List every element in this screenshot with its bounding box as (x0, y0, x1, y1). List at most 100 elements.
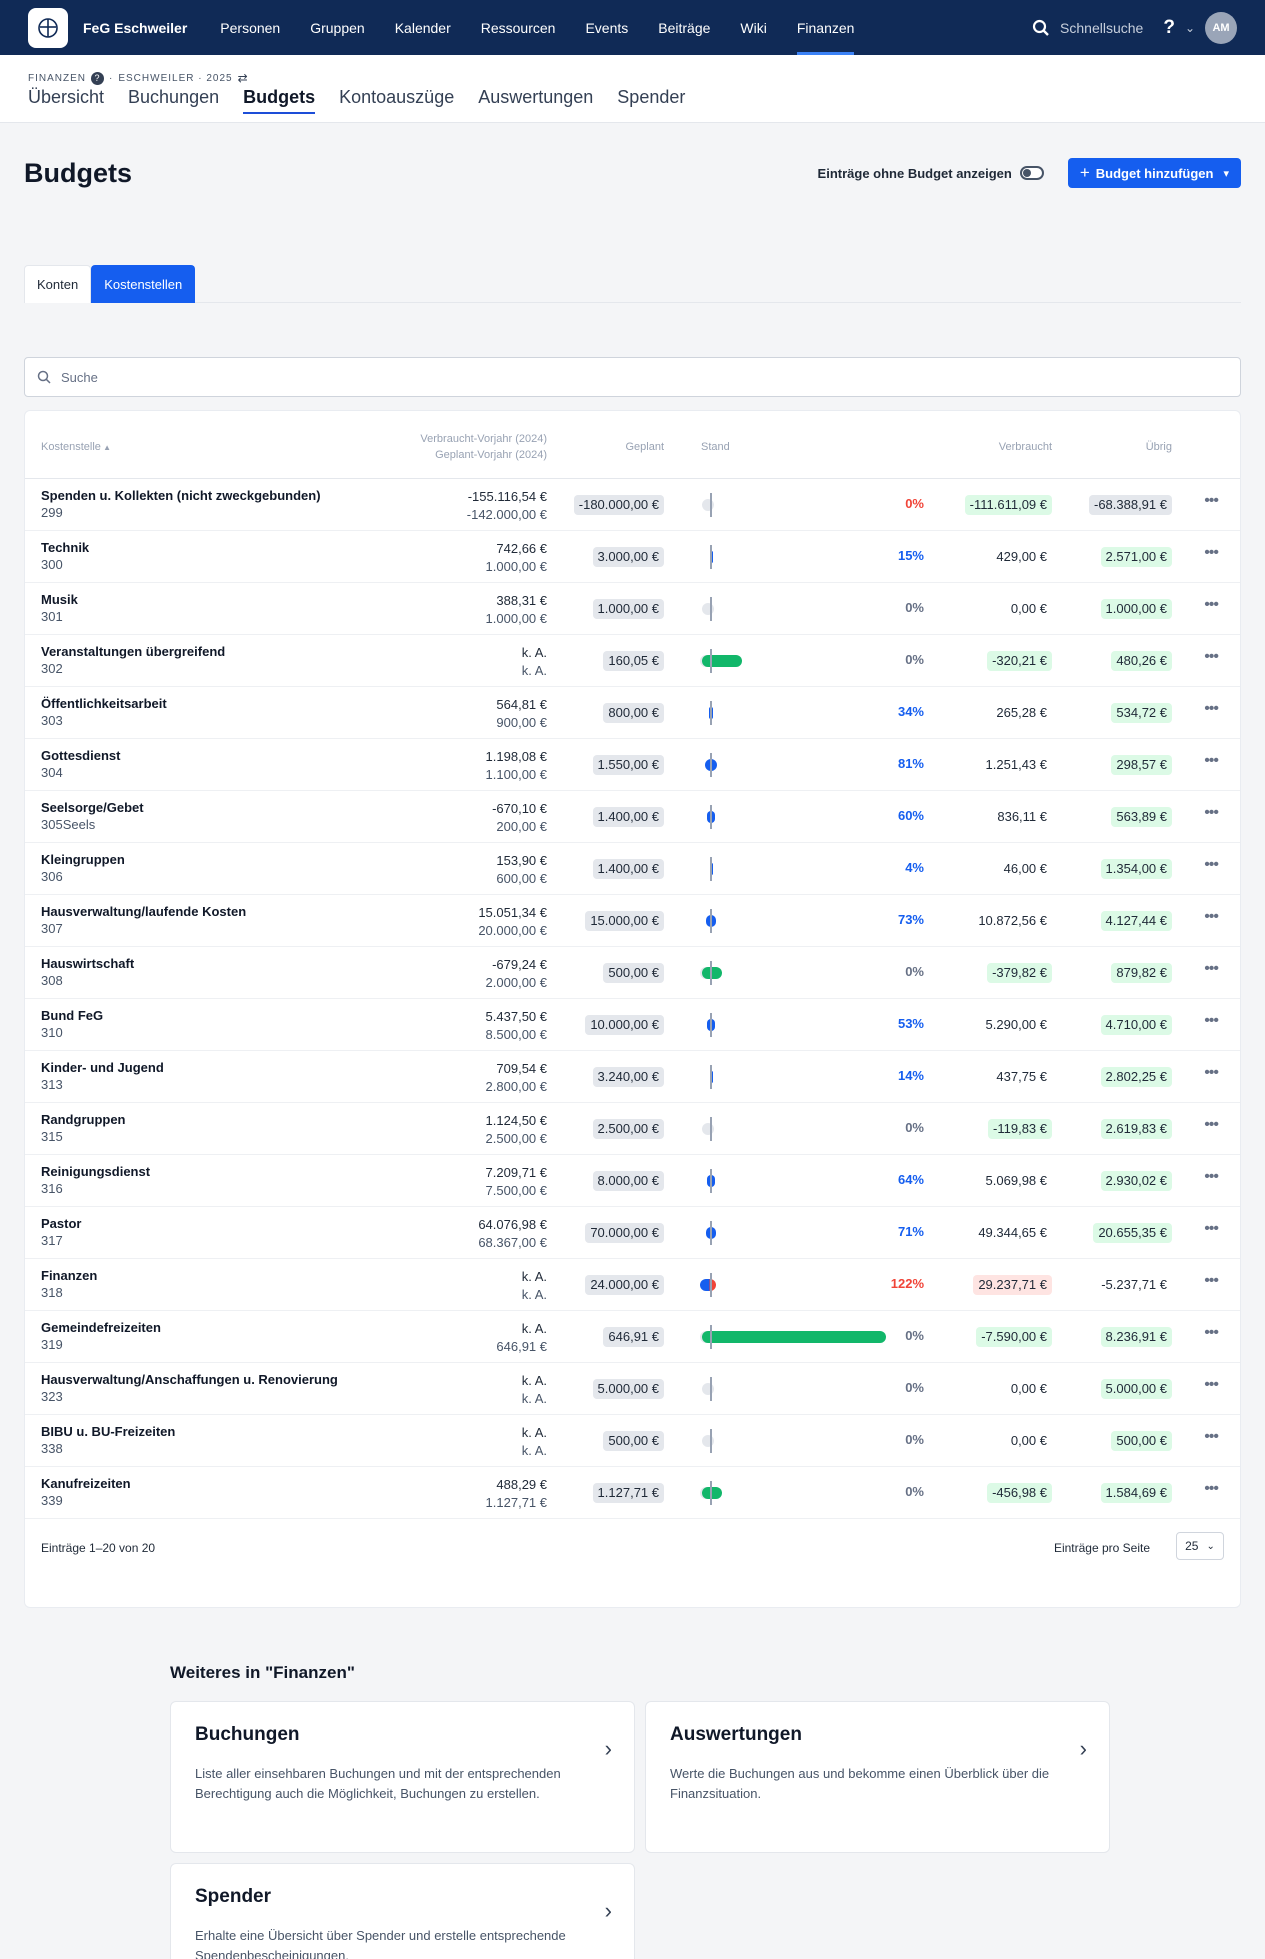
quick-search-label[interactable]: Schnellsuche (1060, 20, 1143, 36)
more-options-icon[interactable]: ••• (1204, 1064, 1219, 1082)
planned-value: 2.500,00 € (592, 1119, 664, 1139)
per-page-select[interactable]: 25 ⌄ (1176, 1532, 1224, 1560)
toggle-switch[interactable] (1019, 166, 1044, 180)
more-options-icon[interactable]: ••• (1204, 856, 1219, 874)
more-options-icon[interactable]: ••• (1204, 1324, 1219, 1342)
tile-spender[interactable]: Spender Erhalte eine Übersicht über Spen… (170, 1863, 635, 1959)
table-row[interactable]: Kinder- und Jugend 313 709,54 € 2.800,00 € 3… (25, 1051, 1240, 1103)
prev-used-value: k. A. (521, 1373, 547, 1388)
table-row[interactable]: Gemeindefreizeiten 319 k. A. 646,91 € 646,91… (25, 1311, 1240, 1363)
table-row[interactable]: Pastor 317 64.076,98 € 68.367,00 € 70.000,00… (25, 1207, 1240, 1259)
table-row[interactable]: Kleingruppen 306 153,90 € 600,00 € 1.400,00 … (25, 843, 1240, 895)
tab-kostenstellen[interactable]: Kostenstellen (91, 265, 196, 303)
table-row[interactable]: Kanufreizeiten 339 488,29 € 1.127,71 € 1.127… (25, 1467, 1240, 1519)
cost-center-name[interactable]: Kinder- und Jugend (41, 1060, 164, 1075)
cost-center-name[interactable]: Hausverwaltung/laufende Kosten (41, 904, 246, 919)
brand-name[interactable]: FeG Eschweiler (83, 20, 187, 36)
table-row[interactable]: Musik 301 388,31 € 1.000,00 € 1.000,00 € 0% 0,… (25, 583, 1240, 635)
more-options-icon[interactable]: ••• (1204, 1428, 1219, 1446)
cost-center-name[interactable]: Kleingruppen (41, 852, 125, 867)
cost-center-name[interactable]: Finanzen (41, 1268, 97, 1283)
help-icon[interactable]: ? (1163, 17, 1175, 39)
table-row[interactable]: Spenden u. Kollekten (nicht zweckgebunde… (25, 479, 1240, 531)
more-options-icon[interactable]: ••• (1204, 700, 1219, 718)
table-row[interactable]: Hausverwaltung/Anschaffungen u. Renovier… (25, 1363, 1240, 1415)
tab-budgets[interactable]: Budgets (243, 87, 316, 114)
nav-item-gruppen[interactable]: Gruppen (310, 0, 364, 55)
tab-konten[interactable]: Konten (24, 265, 92, 303)
table-row[interactable]: Finanzen 318 k. A. k. A. 24.000,00 € 122% 29.2… (25, 1259, 1240, 1311)
tab-kontoauszuege[interactable]: Kontoauszüge (339, 87, 454, 114)
tab-auswertungen[interactable]: Auswertungen (478, 87, 593, 114)
cost-center-name[interactable]: Öffentlichkeitsarbeit (41, 696, 167, 711)
nav-item-kalender[interactable]: Kalender (395, 0, 451, 55)
previous-year-cell: 488,29 € 1.127,71 € (486, 1476, 547, 1512)
more-options-icon[interactable]: ••• (1204, 1376, 1219, 1394)
cost-center-name[interactable]: Reinigungsdienst (41, 1164, 150, 1179)
logo[interactable] (28, 7, 68, 48)
cost-center-name[interactable]: Gemeindefreizeiten (41, 1320, 161, 1335)
nav-item-ressourcen[interactable]: Ressourcen (481, 0, 556, 55)
more-options-icon[interactable]: ••• (1204, 1116, 1219, 1134)
tab-buchungen[interactable]: Buchungen (128, 87, 219, 114)
nav-item-personen[interactable]: Personen (220, 0, 280, 55)
cost-center-name[interactable]: Hausverwaltung/Anschaffungen u. Renovier… (41, 1372, 338, 1387)
more-options-icon[interactable]: ••• (1204, 1480, 1219, 1498)
table-row[interactable]: Seelsorge/Gebet 305Seels -670,10 € 200,00 €… (25, 791, 1240, 843)
more-options-icon[interactable]: ••• (1204, 1168, 1219, 1186)
more-options-icon[interactable]: ••• (1204, 544, 1219, 562)
search-icon[interactable] (1032, 19, 1050, 37)
more-options-icon[interactable]: ••• (1204, 648, 1219, 666)
nav-item-events[interactable]: Events (585, 0, 628, 55)
cost-center-name[interactable]: Bund FeG (41, 1008, 103, 1023)
tab-uebersicht[interactable]: Übersicht (28, 87, 104, 114)
cost-center-name[interactable]: Kanufreizeiten (41, 1476, 131, 1491)
cost-center-name[interactable]: Pastor (41, 1216, 81, 1231)
nav-item-beitraege[interactable]: Beiträge (658, 0, 710, 55)
table-row[interactable]: Öffentlichkeitsarbeit 303 564,81 € 900,00 €… (25, 687, 1240, 739)
tab-spender[interactable]: Spender (617, 87, 685, 114)
more-options-icon[interactable]: ••• (1204, 1220, 1219, 1238)
more-options-icon[interactable]: ••• (1204, 804, 1219, 822)
question-mark-icon[interactable]: ? (91, 71, 104, 85)
more-options-icon[interactable]: ••• (1204, 1272, 1219, 1290)
cost-center-name[interactable]: Veranstaltungen übergreifend (41, 644, 225, 659)
nav-item-finanzen[interactable]: Finanzen (796, 0, 854, 55)
switch-arrows-icon[interactable]: ⇄ (238, 71, 249, 85)
more-options-icon[interactable]: ••• (1204, 1012, 1219, 1030)
cost-center-name[interactable]: Technik (41, 540, 89, 555)
table-row[interactable]: BIBU u. BU-Freizeiten 338 k. A. k. A. 500,00… (25, 1415, 1240, 1467)
cost-center-name[interactable]: Spenden u. Kollekten (nicht zweckgebunde… (41, 488, 321, 503)
more-options-icon[interactable]: ••• (1204, 752, 1219, 770)
cost-center-name[interactable]: BIBU u. BU-Freizeiten (41, 1424, 175, 1439)
tile-auswertungen[interactable]: Auswertungen Werte die Buchungen aus und… (645, 1701, 1110, 1853)
cost-center-name[interactable]: Gottesdienst (41, 748, 120, 763)
table-row[interactable]: Randgruppen 315 1.124,50 € 2.500,00 € 2.500,… (25, 1103, 1240, 1155)
show-unbudgeted-toggle[interactable]: Einträge ohne Budget anzeigen (818, 166, 1044, 181)
planned-value: 15.000,00 € (585, 911, 664, 931)
search-input[interactable]: Suche (24, 357, 1241, 397)
table-row[interactable]: Technik 300 742,66 € 1.000,00 € 3.000,00 € 15… (25, 531, 1240, 583)
more-options-icon[interactable]: ••• (1204, 492, 1219, 510)
more-options-icon[interactable]: ••• (1204, 960, 1219, 978)
cost-center-name[interactable]: Musik (41, 592, 78, 607)
header-kostenstelle[interactable]: Kostenstelle ▲ (41, 441, 111, 453)
add-budget-button[interactable]: + Budget hinzufügen ▾ (1067, 158, 1241, 188)
tile-buchungen[interactable]: Buchungen Liste aller einsehbaren Buchun… (170, 1701, 635, 1853)
cost-center-name[interactable]: Hauswirtschaft (41, 956, 134, 971)
cost-center-name[interactable]: Seelsorge/Gebet (41, 800, 144, 815)
table-row[interactable]: Gottesdienst 304 1.198,08 € 1.100,00 € 1.550… (25, 739, 1240, 791)
table-row[interactable]: Veranstaltungen übergreifend 302 k. A. k. A… (25, 635, 1240, 687)
more-options-icon[interactable]: ••• (1204, 596, 1219, 614)
more-options-icon[interactable]: ••• (1204, 908, 1219, 926)
previous-year-cell: 742,66 € 1.000,00 € (486, 540, 547, 576)
nav-item-wiki[interactable]: Wiki (740, 0, 766, 55)
planned-cell: 500,00 € (603, 963, 664, 983)
table-row[interactable]: Bund FeG 310 5.437,50 € 8.500,00 € 10.000,00… (25, 999, 1240, 1051)
chevron-down-icon[interactable]: ⌄ (1185, 21, 1195, 35)
table-row[interactable]: Hauswirtschaft 308 -679,24 € 2.000,00 € 500,… (25, 947, 1240, 999)
cost-center-name[interactable]: Randgruppen (41, 1112, 126, 1127)
table-row[interactable]: Reinigungsdienst 316 7.209,71 € 7.500,00 € 8… (25, 1155, 1240, 1207)
avatar[interactable]: AM (1205, 11, 1237, 44)
table-row[interactable]: Hausverwaltung/laufende Kosten 307 15.051,… (25, 895, 1240, 947)
